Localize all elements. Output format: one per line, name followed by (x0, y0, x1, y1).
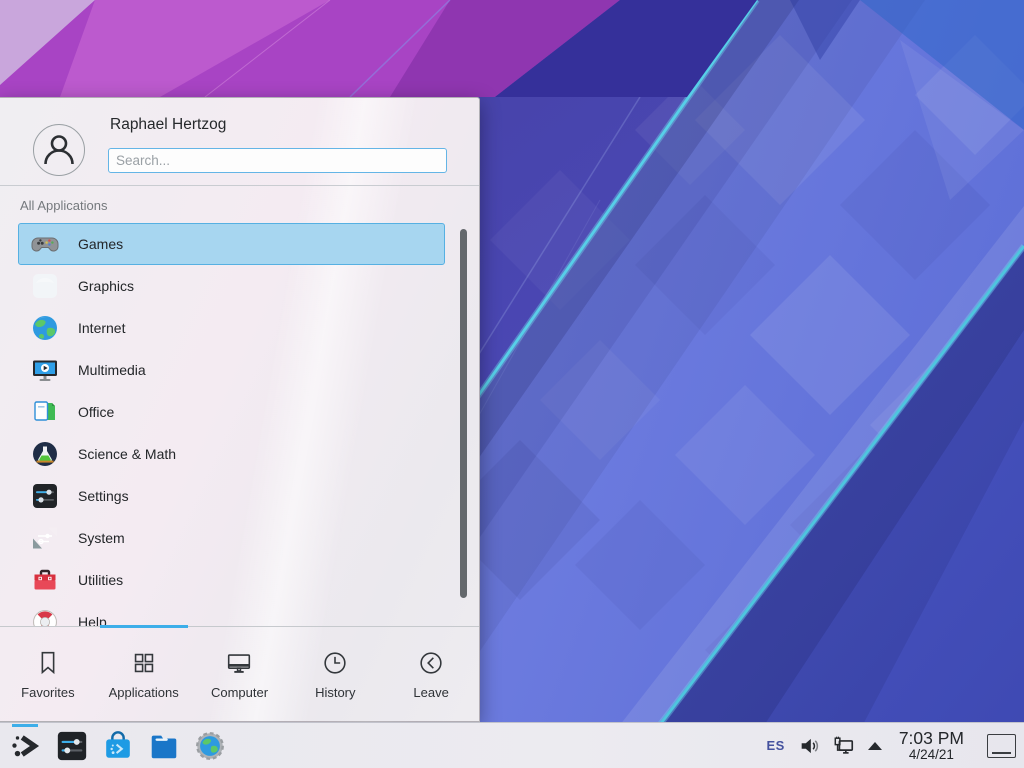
keyboard-layout-indicator[interactable]: ES (766, 738, 784, 753)
history-icon (320, 648, 350, 678)
category-row-games[interactable]: Games (18, 223, 445, 265)
help-icon (31, 608, 59, 627)
tab-history[interactable]: History (287, 627, 383, 721)
games-icon (31, 230, 59, 258)
discover-button[interactable] (100, 728, 136, 764)
settings-icon (31, 482, 59, 510)
category-row-science[interactable]: Science & Math (18, 433, 445, 475)
graphics-icon (31, 272, 59, 300)
taskbar-launchers (0, 728, 228, 764)
computer-icon (224, 648, 254, 678)
list-scrollbar[interactable] (460, 229, 467, 598)
launcher-tabbar: Favorites Applications Computer History Leav… (0, 626, 479, 721)
favorites-icon (33, 648, 63, 678)
system-settings-button[interactable] (54, 728, 90, 764)
category-label: Utilities (78, 572, 123, 588)
utilities-icon (31, 566, 59, 594)
user-icon (36, 127, 82, 173)
application-launcher-menu: Raphael Hertzog All Applications Games Gr… (0, 97, 480, 722)
kickoff-launcher-button[interactable] (8, 728, 44, 764)
tab-applications[interactable]: Applications (96, 627, 192, 721)
category-label: Settings (78, 488, 129, 504)
user-name: Raphael Hertzog (110, 116, 226, 134)
systemsettings-icon (55, 729, 89, 763)
category-row-system[interactable]: System (18, 517, 445, 559)
dolphin-icon (147, 729, 181, 763)
applications-icon (129, 648, 159, 678)
category-label: Internet (78, 320, 125, 336)
office-icon (31, 398, 59, 426)
tab-label: Leave (413, 685, 448, 700)
digital-clock[interactable]: 7:03 PM 4/24/21 (899, 729, 964, 762)
kickoff-icon (9, 729, 43, 763)
tab-label: Applications (109, 685, 179, 700)
section-label: All Applications (20, 198, 107, 213)
clock-time: 7:03 PM (899, 729, 964, 748)
category-row-settings[interactable]: Settings (18, 475, 445, 517)
category-label: Office (78, 404, 114, 420)
category-label: System (78, 530, 125, 546)
active-tab-indicator (100, 625, 188, 628)
category-row-graphics[interactable]: Graphics (18, 265, 445, 307)
system-icon (31, 524, 59, 552)
web-browser-button[interactable] (192, 728, 228, 764)
show-desktop-button[interactable] (987, 734, 1016, 758)
active-task-indicator (12, 724, 38, 727)
launcher-header: Raphael Hertzog (0, 98, 479, 186)
clock-date: 4/24/21 (909, 748, 954, 763)
discover-icon (101, 729, 135, 763)
tab-leave[interactable]: Leave (383, 627, 479, 721)
user-avatar[interactable] (33, 124, 85, 176)
category-label: Graphics (78, 278, 134, 294)
category-row-utilities[interactable]: Utilities (18, 559, 445, 601)
browser-icon (193, 729, 227, 763)
desktop: Raphael Hertzog All Applications Games Gr… (0, 0, 1024, 768)
category-label: Games (78, 236, 123, 252)
tab-label: Favorites (21, 685, 74, 700)
tab-label: History (315, 685, 355, 700)
expand-tray-icon[interactable] (868, 742, 882, 750)
category-row-office[interactable]: Office (18, 391, 445, 433)
internet-icon (31, 314, 59, 342)
tab-computer[interactable]: Computer (192, 627, 288, 721)
multimedia-icon (31, 356, 59, 384)
leave-icon (416, 648, 446, 678)
science-icon (31, 440, 59, 468)
tab-label: Computer (211, 685, 268, 700)
search-input[interactable] (108, 148, 447, 173)
category-label: Multimedia (78, 362, 146, 378)
dolphin-file-manager-button[interactable] (146, 728, 182, 764)
system-tray: ES 7:03 PM 4/24/21 (766, 729, 1024, 762)
category-list: Games Graphics Internet Multimedia Office Sci… (18, 223, 445, 627)
category-row-help[interactable]: Help (18, 601, 445, 627)
volume-icon[interactable] (798, 735, 820, 757)
tab-favorites[interactable]: Favorites (0, 627, 96, 721)
category-label: Science & Math (78, 446, 176, 462)
network-icon[interactable] (833, 735, 855, 757)
taskbar-panel: ES 7:03 PM 4/24/21 (0, 722, 1024, 768)
category-row-multimedia[interactable]: Multimedia (18, 349, 445, 391)
category-row-internet[interactable]: Internet (18, 307, 445, 349)
